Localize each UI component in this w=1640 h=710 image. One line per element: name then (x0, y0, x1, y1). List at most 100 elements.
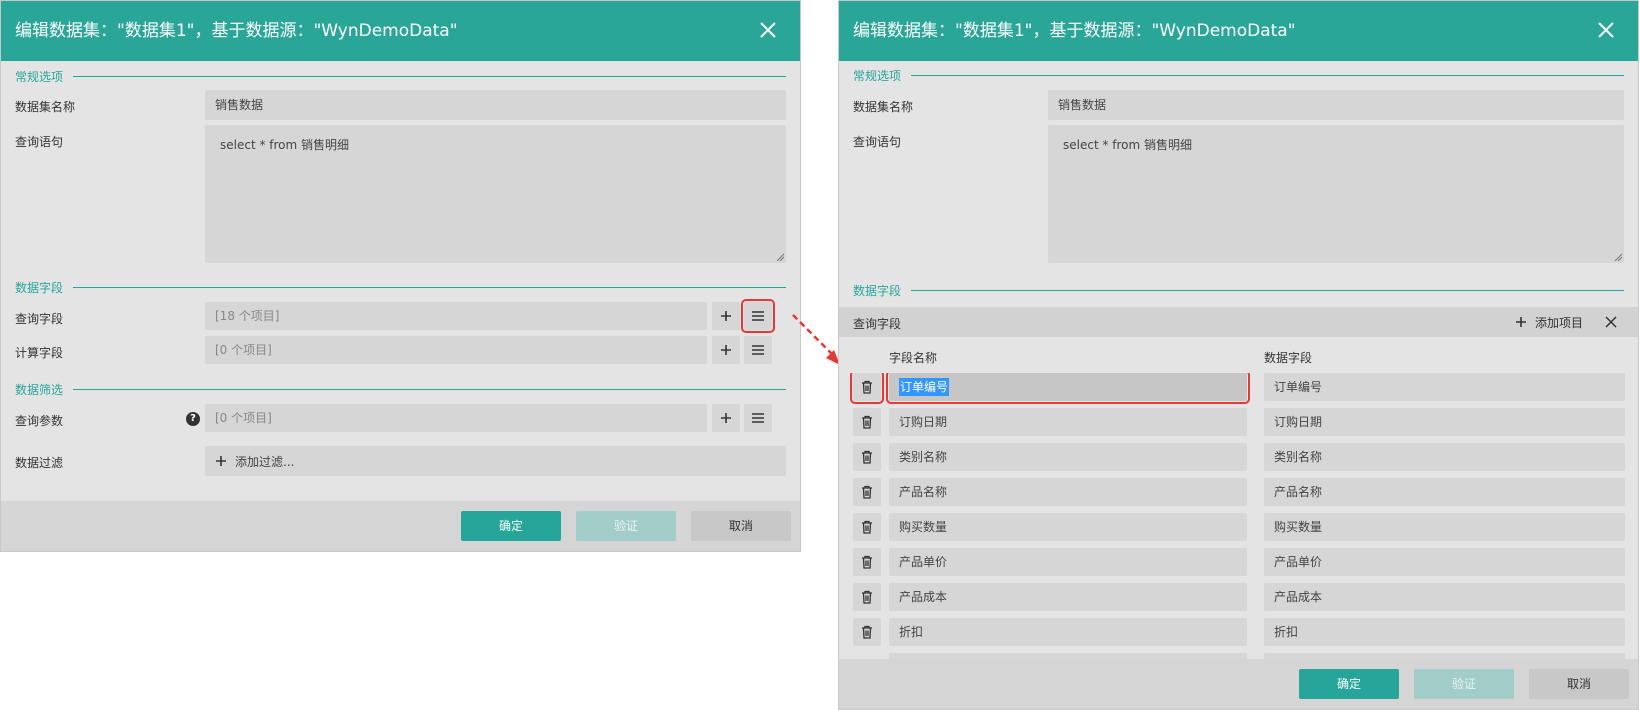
trash-icon (862, 590, 872, 604)
field-name-input[interactable]: 产品名称 (889, 478, 1247, 506)
dataset-name-label: 数据集名称 (15, 100, 76, 114)
field-name-input[interactable]: 折扣 (889, 618, 1247, 646)
delete-row-button[interactable] (853, 583, 881, 611)
edit-query-params-button[interactable] (744, 404, 772, 432)
ok-button[interactable]: 确定 (1299, 669, 1399, 699)
calc-fields-label: 计算字段 (15, 346, 64, 360)
add-calc-field-button[interactable] (712, 336, 740, 364)
add-item-label: 添加项目 (1534, 315, 1583, 330)
data-field-input[interactable]: 购买数量 (1264, 513, 1625, 541)
dialog-title-bar: 编辑数据集："数据集1"，基于数据源："WynDemoData" (1, 1, 800, 61)
validate-button[interactable]: 验证 (1414, 669, 1514, 699)
validate-button[interactable]: 验证 (576, 511, 676, 541)
data-field-input[interactable]: 订单编号 (1264, 373, 1625, 401)
section-general: 常规选项 (15, 68, 786, 84)
query-fields-input[interactable]: [18 个项目] (205, 302, 707, 330)
cancel-button[interactable]: 取消 (1529, 669, 1629, 699)
field-name-text: 产品名称 (899, 485, 948, 499)
add-filter-label: 添加过滤... (235, 454, 295, 469)
delete-row-button[interactable] (853, 443, 881, 471)
section-general: 常规选项 (853, 67, 1624, 83)
dialog-footer: 确定 验证 取消 (839, 659, 1638, 709)
help-icon[interactable]: ? (186, 412, 200, 426)
plus-icon (1515, 317, 1526, 327)
section-fields: 数据字段 (853, 282, 1624, 298)
delete-row-button[interactable] (853, 478, 881, 506)
plus-icon (721, 413, 731, 423)
query-fields-label: 查询字段 (853, 317, 902, 331)
field-name-input[interactable]: 类别名称 (889, 443, 1247, 471)
delete-row-button[interactable] (850, 373, 884, 404)
trash-icon (862, 520, 872, 534)
data-field-input[interactable]: 订购日期 (1264, 408, 1625, 436)
data-field-text: 订单编号 (1274, 380, 1323, 394)
field-name-input[interactable]: 订单编号 (886, 373, 1250, 404)
field-name-input[interactable]: 产品单价 (889, 548, 1247, 576)
edit-calc-fields-button[interactable] (744, 336, 772, 364)
menu-icon (752, 345, 764, 355)
plus-icon (721, 311, 731, 321)
delete-row-button[interactable] (853, 408, 881, 436)
trash-icon (862, 625, 872, 639)
section-filter: 数据筛选 (15, 381, 786, 397)
data-field-input[interactable]: 类别名称 (1264, 443, 1625, 471)
col-data-field: 数据字段 (1264, 351, 1313, 365)
fields-list: 订单编号 订单编号订购日期 订购日期类别名称 类别名称产品名称 产品名称购买数量 购买数量… (839, 373, 1638, 659)
data-field-text: 订购日期 (1274, 415, 1323, 429)
query-params-label: 查询参数 (15, 414, 64, 428)
calc-fields-input[interactable]: [0 个项目] (205, 336, 707, 364)
add-item-button[interactable]: 添加项目 (1515, 307, 1583, 337)
menu-icon (752, 413, 764, 423)
query-label: 查询语句 (853, 135, 902, 149)
field-name-text: 折扣 (899, 625, 924, 639)
delete-row-button[interactable] (853, 548, 881, 576)
field-name-text: 类别名称 (899, 450, 948, 464)
data-field-input[interactable]: 折扣 (1264, 618, 1625, 646)
dataset-name-input[interactable]: 销售数据 (1048, 90, 1624, 120)
resize-grip-icon[interactable] (1614, 253, 1622, 261)
edit-query-fields-button[interactable] (741, 299, 775, 333)
ok-button[interactable]: 确定 (461, 511, 561, 541)
cancel-button[interactable]: 取消 (691, 511, 791, 541)
delete-row-button[interactable] (853, 618, 881, 646)
data-field-text: 类别名称 (1274, 450, 1323, 464)
data-filter-label: 数据过滤 (15, 456, 64, 470)
query-params-input[interactable]: [0 个项目] (205, 404, 707, 432)
data-field-text: 产品名称 (1274, 485, 1323, 499)
plus-icon (721, 345, 731, 355)
dataset-name-label: 数据集名称 (853, 100, 914, 114)
data-field-text: 产品成本 (1274, 590, 1323, 604)
data-field-input[interactable]: 产品成本 (1264, 583, 1625, 611)
trash-icon (862, 380, 872, 394)
add-filter-button[interactable]: 添加过滤... (205, 446, 786, 476)
dialog-title: 编辑数据集："数据集1"，基于数据源："WynDemoData" (853, 21, 1296, 41)
data-field-text: 购买数量 (1274, 520, 1323, 534)
trash-icon (862, 415, 872, 429)
close-icon[interactable] (1605, 316, 1617, 328)
field-name-text: 订单编号 (899, 378, 950, 396)
data-field-input[interactable]: 产品名称 (1264, 478, 1625, 506)
data-field-input[interactable]: 产品单价 (1264, 548, 1625, 576)
dataset-name-input[interactable]: 销售数据 (205, 90, 786, 120)
field-name-input[interactable]: 产品成本 (889, 583, 1247, 611)
field-name-text: 订购日期 (899, 415, 948, 429)
query-textarea[interactable]: select * from 销售明细 (205, 125, 786, 263)
col-field-name: 字段名称 (889, 351, 938, 365)
resize-grip-icon[interactable] (776, 253, 784, 261)
field-name-input[interactable]: 订购日期 (889, 408, 1247, 436)
add-query-field-button[interactable] (712, 302, 740, 330)
trash-icon (862, 555, 872, 569)
trash-icon (862, 450, 872, 464)
section-fields: 数据字段 (15, 279, 786, 295)
close-icon[interactable] (1596, 20, 1616, 40)
data-field-text: 产品单价 (1274, 555, 1323, 569)
query-label: 查询语句 (15, 135, 64, 149)
query-textarea[interactable]: select * from 销售明细 (1048, 125, 1624, 263)
field-name-text: 产品成本 (899, 590, 948, 604)
add-query-param-button[interactable] (712, 404, 740, 432)
edit-dataset-dialog-left: 编辑数据集："数据集1"，基于数据源："WynDemoData" 常规选项 数据… (0, 0, 801, 552)
close-icon[interactable] (758, 20, 778, 40)
trash-icon (862, 485, 872, 499)
delete-row-button[interactable] (853, 513, 881, 541)
field-name-input[interactable]: 购买数量 (889, 513, 1247, 541)
